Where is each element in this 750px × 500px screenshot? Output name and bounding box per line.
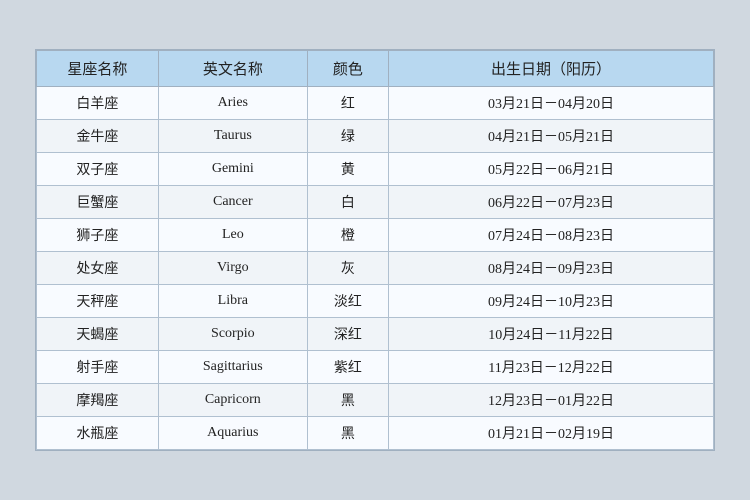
cell-en: Virgo [158, 252, 307, 285]
cell-zh: 双子座 [37, 153, 159, 186]
cell-zh: 金牛座 [37, 120, 159, 153]
header-color: 颜色 [307, 51, 388, 87]
cell-date: 07月24日－08月23日 [389, 219, 714, 252]
table-row: 狮子座Leo橙07月24日－08月23日 [37, 219, 714, 252]
cell-en: Aries [158, 87, 307, 120]
table-row: 巨蟹座Cancer白06月22日－07月23日 [37, 186, 714, 219]
cell-en: Taurus [158, 120, 307, 153]
table-body: 白羊座Aries红03月21日－04月20日金牛座Taurus绿04月21日－0… [37, 87, 714, 450]
cell-date: 12月23日－01月22日 [389, 384, 714, 417]
cell-date: 08月24日－09月23日 [389, 252, 714, 285]
cell-en: Gemini [158, 153, 307, 186]
cell-zh: 水瓶座 [37, 417, 159, 450]
table-row: 处女座Virgo灰08月24日－09月23日 [37, 252, 714, 285]
cell-color: 红 [307, 87, 388, 120]
cell-color: 灰 [307, 252, 388, 285]
table-row: 金牛座Taurus绿04月21日－05月21日 [37, 120, 714, 153]
cell-date: 05月22日－06月21日 [389, 153, 714, 186]
cell-color: 白 [307, 186, 388, 219]
cell-color: 绿 [307, 120, 388, 153]
cell-en: Scorpio [158, 318, 307, 351]
cell-zh: 处女座 [37, 252, 159, 285]
cell-color: 黑 [307, 384, 388, 417]
cell-en: Leo [158, 219, 307, 252]
cell-date: 11月23日－12月22日 [389, 351, 714, 384]
cell-en: Sagittarius [158, 351, 307, 384]
cell-zh: 巨蟹座 [37, 186, 159, 219]
cell-color: 黄 [307, 153, 388, 186]
cell-date: 10月24日－11月22日 [389, 318, 714, 351]
header-date: 出生日期（阳历） [389, 51, 714, 87]
table-header-row: 星座名称 英文名称 颜色 出生日期（阳历） [37, 51, 714, 87]
cell-date: 09月24日－10月23日 [389, 285, 714, 318]
cell-date: 06月22日－07月23日 [389, 186, 714, 219]
cell-zh: 射手座 [37, 351, 159, 384]
table-row: 白羊座Aries红03月21日－04月20日 [37, 87, 714, 120]
cell-color: 深红 [307, 318, 388, 351]
cell-zh: 摩羯座 [37, 384, 159, 417]
cell-zh: 狮子座 [37, 219, 159, 252]
table-row: 天秤座Libra淡红09月24日－10月23日 [37, 285, 714, 318]
zodiac-table: 星座名称 英文名称 颜色 出生日期（阳历） 白羊座Aries红03月21日－04… [36, 50, 714, 450]
cell-zh: 天蝎座 [37, 318, 159, 351]
cell-zh: 白羊座 [37, 87, 159, 120]
cell-date: 01月21日－02月19日 [389, 417, 714, 450]
cell-zh: 天秤座 [37, 285, 159, 318]
table-row: 射手座Sagittarius紫红11月23日－12月22日 [37, 351, 714, 384]
cell-color: 淡红 [307, 285, 388, 318]
table-row: 双子座Gemini黄05月22日－06月21日 [37, 153, 714, 186]
cell-color: 橙 [307, 219, 388, 252]
cell-date: 04月21日－05月21日 [389, 120, 714, 153]
zodiac-table-container: 星座名称 英文名称 颜色 出生日期（阳历） 白羊座Aries红03月21日－04… [35, 49, 715, 451]
table-row: 摩羯座Capricorn黑12月23日－01月22日 [37, 384, 714, 417]
cell-date: 03月21日－04月20日 [389, 87, 714, 120]
cell-en: Libra [158, 285, 307, 318]
cell-en: Capricorn [158, 384, 307, 417]
table-row: 天蝎座Scorpio深红10月24日－11月22日 [37, 318, 714, 351]
header-en: 英文名称 [158, 51, 307, 87]
cell-en: Aquarius [158, 417, 307, 450]
header-zh: 星座名称 [37, 51, 159, 87]
cell-en: Cancer [158, 186, 307, 219]
cell-color: 紫红 [307, 351, 388, 384]
table-row: 水瓶座Aquarius黑01月21日－02月19日 [37, 417, 714, 450]
cell-color: 黑 [307, 417, 388, 450]
